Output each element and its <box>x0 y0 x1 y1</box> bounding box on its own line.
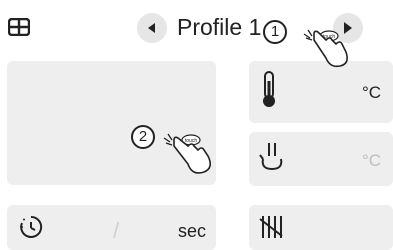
thermometer-icon <box>263 71 275 107</box>
count-card[interactable] <box>249 205 393 250</box>
timer-card[interactable]: / sec <box>7 205 216 250</box>
temperature-unit: °C <box>362 83 382 102</box>
tally-icon <box>259 216 283 238</box>
svg-text:touch: touch <box>185 138 197 144</box>
page-title: Profile 1 <box>177 14 262 40</box>
step-2-marker: 2 <box>131 125 155 149</box>
timer-unit: sec <box>178 221 207 241</box>
clock-icon <box>20 215 43 238</box>
grid-menu-icon[interactable] <box>7 17 31 37</box>
steam-card[interactable]: °C <box>249 132 393 186</box>
step-1-marker: 1 <box>263 20 287 44</box>
triangle-left-icon <box>148 23 155 33</box>
steam-hand-icon <box>259 143 283 171</box>
timer-separator: / <box>113 218 120 243</box>
touch-hand-icon: touch <box>303 29 348 68</box>
previous-profile-button[interactable] <box>137 13 167 43</box>
touch-hand-icon: touch <box>163 133 212 174</box>
steam-unit: °C <box>362 151 382 170</box>
